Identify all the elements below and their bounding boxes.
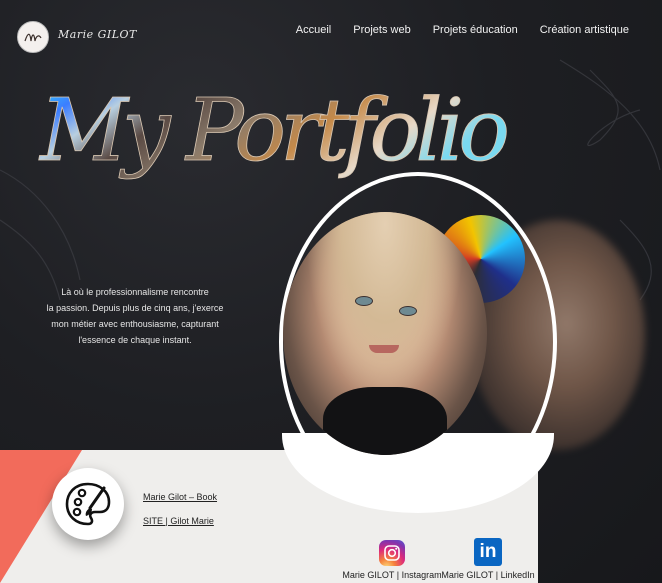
intro-line-3: mon métier avec enthousiasme, capturant — [51, 319, 219, 329]
book-link[interactable]: Marie Gilot – Book — [143, 492, 217, 502]
palette-icon — [65, 482, 111, 526]
portrait-left-eye — [355, 296, 373, 306]
intro-text: Là où le professionnalisme rencontre la … — [30, 284, 240, 348]
portfolio-page: Marie GILOT Accueil Projets web Projets … — [0, 0, 662, 583]
portrait-shirt — [323, 387, 447, 455]
nav-accueil[interactable]: Accueil — [296, 24, 331, 36]
instagram-icon[interactable] — [379, 540, 405, 566]
intro-line-1: Là où le professionnalisme rencontre — [61, 287, 209, 297]
instagram-link[interactable]: Marie GILOT | Instagram — [342, 540, 442, 580]
palette-button[interactable] — [52, 468, 124, 540]
logo-name: Marie GILOT — [58, 28, 137, 41]
portrait-mouth — [369, 345, 399, 353]
linkedin-icon[interactable]: in — [474, 538, 502, 566]
linkedin-link[interactable]: in Marie GILOT | LinkedIn — [438, 538, 538, 580]
portrait-right-eye — [399, 306, 417, 316]
linkedin-label: Marie GILOT | LinkedIn — [441, 570, 535, 580]
intro-line-4: l'essence de chaque instant. — [78, 335, 192, 345]
hero-title-text: My Portfolio — [38, 81, 510, 181]
portrait-photo — [283, 212, 487, 455]
instagram-glyph-icon — [384, 545, 400, 561]
signature-logo-icon — [24, 33, 42, 42]
instagram-label: Marie GILOT | Instagram — [342, 570, 442, 580]
main-nav: Accueil Projets web Projets éducation Cr… — [296, 24, 629, 36]
hero-title: My Portfolio — [38, 81, 511, 182]
site-link[interactable]: SITE | Gilot Marie — [143, 516, 214, 526]
nav-projets-web[interactable]: Projets web — [353, 24, 410, 36]
intro-line-2: la passion. Depuis plus de cinq ans, j'e… — [46, 303, 224, 313]
nav-creation-artistique[interactable]: Création artistique — [540, 24, 629, 36]
logo-badge[interactable] — [17, 21, 49, 53]
nav-projets-education[interactable]: Projets éducation — [433, 24, 518, 36]
